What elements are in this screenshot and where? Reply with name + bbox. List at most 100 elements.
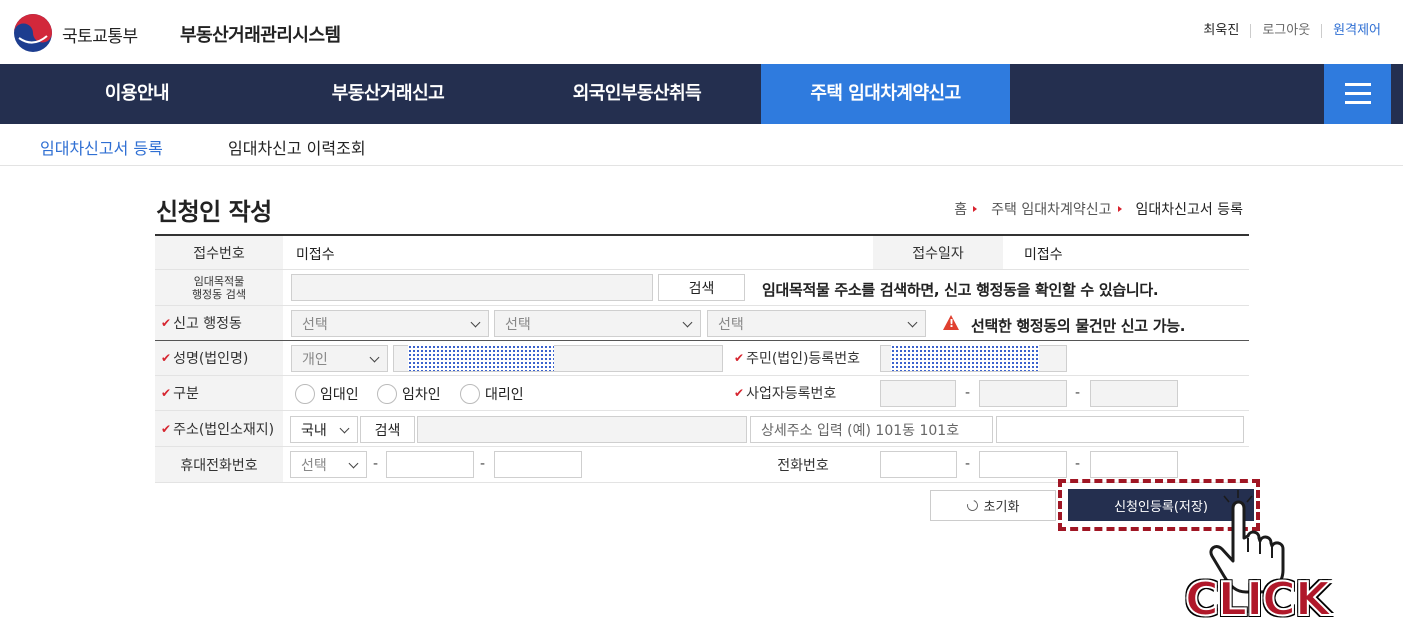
phone-part2-input[interactable]	[979, 451, 1067, 478]
mobile-prefix-select[interactable]: 선택	[290, 451, 367, 478]
dong-select-sigungu[interactable]: 선택	[494, 310, 701, 337]
gnb-item-foreign-acquisition[interactable]: 외국인부동산취득	[532, 64, 742, 124]
address-extra-input[interactable]	[996, 416, 1244, 443]
address-detail-input[interactable]: 상세주소 입력 (예) 101동 101호	[750, 416, 993, 443]
address-search-button[interactable]: 검색	[360, 416, 415, 443]
chevron-down-icon	[348, 458, 359, 469]
required-check-icon: ✔	[161, 421, 172, 436]
masked-name-value	[408, 345, 554, 371]
breadcrumb-home[interactable]: 홈	[954, 199, 967, 219]
dash-separator: -	[1075, 385, 1081, 401]
required-check-icon: ✔	[734, 386, 745, 400]
receipt-number-value: 미접수	[296, 247, 335, 263]
phone-part3-input[interactable]	[1090, 451, 1178, 478]
radio-lessor[interactable]: 임대인	[295, 384, 359, 404]
phone-part1-input[interactable]	[880, 451, 957, 478]
chevron-down-icon	[369, 352, 380, 363]
target-search-button[interactable]: 검색	[658, 274, 745, 301]
required-check-icon: ✔	[161, 386, 172, 400]
dong-select-eupmyeondong-value: 선택	[718, 316, 744, 333]
receipt-date-value: 미접수	[1024, 247, 1063, 263]
person-type-select[interactable]: 개인	[291, 345, 388, 372]
address-country-select[interactable]: 국내	[290, 416, 358, 443]
form-row-address: ✔ 주소(법인소재지) 국내 검색 상세주소 입력 (예) 101동 101호	[155, 411, 1249, 447]
government-logo-icon[interactable]	[12, 12, 54, 54]
dong-select-sigungu-value: 선택	[505, 316, 531, 333]
address-label: ✔ 주소(법인소재지)	[155, 411, 283, 446]
breadcrumb-separator-icon	[973, 206, 978, 212]
phone-label: 전화번호	[728, 447, 878, 482]
refresh-icon	[964, 497, 980, 514]
gnb-item-lease-report[interactable]: 주택 임대차계약신고	[761, 64, 1010, 124]
receipt-number-label: 접수번호	[155, 236, 283, 269]
dong-select-eupmyeondong[interactable]: 선택	[707, 310, 926, 337]
type-label: ✔ 구분	[155, 376, 283, 410]
mobile-middle-input[interactable]	[386, 451, 474, 478]
radio-lessee-label: 임차인	[402, 387, 441, 403]
dash-separator: -	[965, 385, 971, 401]
reporting-dong-label: ✔ 신고 행정동	[155, 306, 283, 340]
breadcrumb-current: 임대차신고서 등록	[1135, 202, 1244, 218]
business-number-part1[interactable]	[880, 380, 956, 407]
address-label-text: 주소(법인소재지)	[173, 421, 275, 438]
mobile-prefix-value: 선택	[301, 457, 327, 474]
address-country-value: 국내	[301, 422, 327, 439]
user-name: 최욱진	[1203, 23, 1240, 38]
dong-select-sido[interactable]: 선택	[291, 310, 489, 337]
gnb-item-guide[interactable]: 이용안내	[44, 64, 230, 124]
target-search-note: 임대목적물 주소를 검색하면, 신고 행정동을 확인할 수 있습니다.	[762, 281, 1159, 299]
lnb-item-lease-history[interactable]: 임대차신고 이력조회	[228, 135, 366, 159]
masked-rrn-value	[891, 345, 1039, 371]
gnb-item-real-estate-report[interactable]: 부동산거래신고	[290, 64, 486, 124]
form-row-name: ✔ 성명(법인명) 개인 ✔ 주민(법인)등록번호	[155, 341, 1249, 376]
type-label-text: 구분	[173, 386, 199, 402]
logout-link[interactable]: 로그아웃	[1250, 24, 1321, 38]
dong-select-sido-value: 선택	[302, 316, 328, 333]
required-check-icon: ✔	[161, 351, 172, 365]
chevron-down-icon	[339, 423, 350, 434]
address-detail-placeholder: 상세주소 입력 (예) 101동 101호	[761, 422, 960, 439]
mobile-label: 휴대전화번호	[155, 447, 283, 482]
radio-agent[interactable]: 대리인	[460, 384, 524, 404]
rrn-label: ✔ 주민(법인)등록번호	[728, 341, 878, 375]
dash-separator: -	[1075, 456, 1081, 472]
business-number-part3[interactable]	[1090, 380, 1178, 407]
reporting-dong-warning: 선택한 행정동의 물건만 신고 가능.	[971, 317, 1186, 335]
ministry-name: 국토교통부	[62, 27, 138, 47]
radio-lessee[interactable]: 임차인	[377, 384, 441, 404]
radio-circle-icon[interactable]	[377, 384, 397, 404]
system-name[interactable]: 부동산거래관리시스템	[180, 21, 341, 47]
reset-button[interactable]: 초기화	[930, 490, 1056, 521]
form-row-type: ✔ 구분 임대인 임차인 대리인 ✔ 사업자등록번호 - -	[155, 376, 1249, 411]
business-number-label: ✔ 사업자등록번호	[728, 376, 878, 410]
name-label: ✔ 성명(법인명)	[155, 341, 283, 375]
form-row-receipt: 접수번호 미접수 접수일자 미접수	[155, 236, 1249, 270]
breadcrumb-lease-report[interactable]: 주택 임대차계약신고	[991, 199, 1111, 219]
main-navigation: 이용안내 부동산거래신고 외국인부동산취득 주택 임대차계약신고	[0, 64, 1403, 124]
person-type-value: 개인	[302, 351, 328, 368]
warning-exclamation-icon: !	[949, 317, 955, 330]
required-check-icon: ✔	[734, 351, 745, 365]
remote-control-link[interactable]: 원격제어	[1321, 24, 1381, 38]
hamburger-menu-icon[interactable]	[1324, 64, 1391, 124]
dash-separator: -	[965, 456, 971, 472]
form-row-reporting-dong: ✔ 신고 행정동 선택 선택 선택 ! 선택한 행정동의 물건만 신고 가능.	[155, 306, 1249, 341]
mobile-last-input[interactable]	[494, 451, 582, 478]
target-address-input[interactable]	[291, 274, 653, 301]
reporting-dong-label-text: 신고 행정동	[173, 316, 242, 332]
reset-button-label: 초기화	[983, 500, 1020, 515]
address-base-input[interactable]	[417, 416, 747, 443]
business-number-label-text: 사업자등록번호	[746, 386, 837, 402]
name-label-text: 성명(법인명)	[173, 351, 249, 367]
lnb-item-lease-register[interactable]: 임대차신고서 등록	[40, 135, 163, 159]
breadcrumb-separator-icon	[1117, 206, 1122, 212]
top-header: 국토교통부 부동산거래관리시스템 최욱진 로그아웃 원격제어	[0, 0, 1403, 64]
radio-circle-icon[interactable]	[460, 384, 480, 404]
target-search-label: 임대목적물 행정동 검색	[155, 270, 283, 305]
business-number-part2[interactable]	[979, 380, 1067, 407]
dash-separator: -	[480, 456, 486, 472]
rrn-label-text: 주민(법인)등록번호	[746, 351, 861, 367]
applicant-form: 접수번호 미접수 접수일자 미접수 임대목적물 행정동 검색 검색 임대목적물 …	[155, 234, 1249, 483]
radio-circle-icon[interactable]	[295, 384, 315, 404]
required-check-icon: ✔	[161, 316, 172, 330]
